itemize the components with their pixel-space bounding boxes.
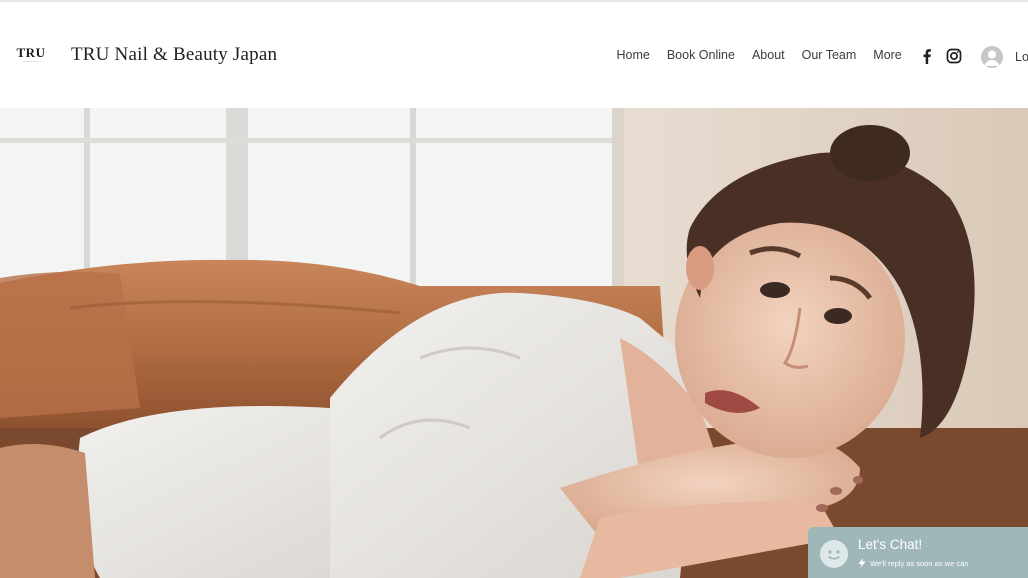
instagram-icon xyxy=(946,48,962,64)
chat-widget[interactable]: Let's Chat! We'll reply as soon as we ca… xyxy=(808,527,1028,578)
logo-text: TRU xyxy=(16,45,46,60)
hero-photo xyxy=(0,108,1028,578)
chat-avatar-icon xyxy=(820,540,848,568)
nav-book-online[interactable]: Book Online xyxy=(658,48,743,62)
nav-more[interactable]: More xyxy=(865,48,910,62)
facebook-icon xyxy=(923,49,931,64)
logo[interactable]: TRU ————— xyxy=(14,46,48,64)
nav-about[interactable]: About xyxy=(743,48,793,62)
page: TRU ————— TRU Nail & Beauty Japan Home B… xyxy=(0,0,1028,578)
hero-banner xyxy=(0,108,1028,578)
site-title[interactable]: TRU Nail & Beauty Japan xyxy=(71,44,277,66)
chat-subtitle-row: We'll reply as soon as we can xyxy=(858,558,968,568)
chat-title: Let's Chat! xyxy=(858,537,923,552)
instagram-link[interactable] xyxy=(946,48,962,64)
nav-our-team[interactable]: Our Team xyxy=(793,48,865,62)
site-header: TRU ————— TRU Nail & Beauty Japan Home B… xyxy=(0,2,1028,108)
chat-subtitle: We'll reply as soon as we can xyxy=(870,558,969,568)
lightning-icon xyxy=(858,558,866,568)
nav-home[interactable]: Home xyxy=(608,48,658,62)
main-nav: Home Book Online About Our Team More xyxy=(608,48,910,62)
login-button[interactable]: Lo xyxy=(981,46,1028,68)
login-label: Lo xyxy=(1015,50,1028,64)
user-avatar-icon xyxy=(981,46,1003,68)
facebook-link[interactable] xyxy=(920,48,934,64)
